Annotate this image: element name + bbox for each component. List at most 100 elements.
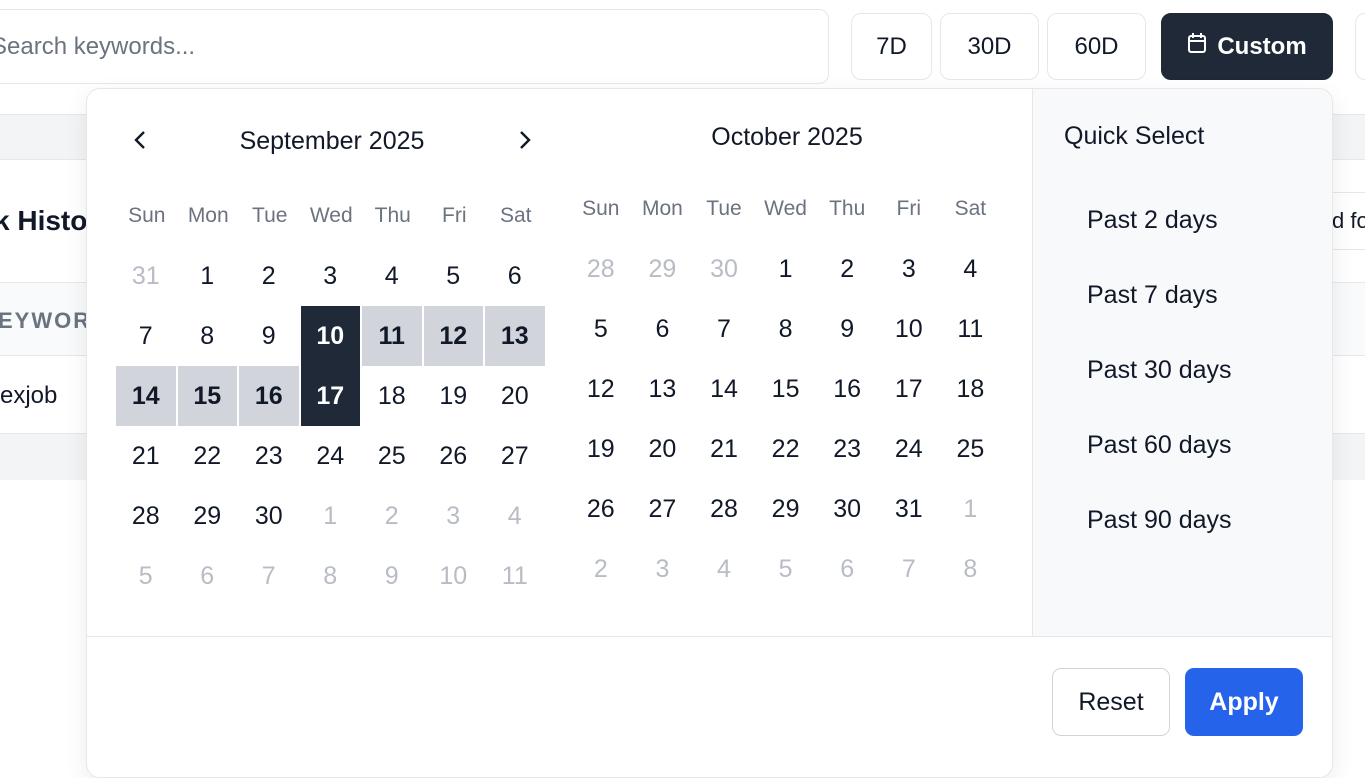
quick-select-past-7-days[interactable]: Past 7 days xyxy=(1087,281,1218,310)
overflow-button[interactable] xyxy=(1355,13,1365,80)
sept-day-cell[interactable]: 2 xyxy=(239,246,301,306)
oct-day-cell[interactable]: 14 xyxy=(693,359,755,419)
oct-day-cell[interactable]: 4 xyxy=(940,239,1002,299)
prev-month-button[interactable] xyxy=(124,126,156,158)
sept-day-cell[interactable]: 8 xyxy=(178,306,240,366)
oct-day-cell[interactable]: 10 xyxy=(878,299,940,359)
oct-day-cell[interactable]: 21 xyxy=(693,419,755,479)
sept-day-cell[interactable]: 4 xyxy=(362,246,424,306)
sept-day-cell[interactable]: 11 xyxy=(362,306,424,366)
sept-day-cell[interactable]: 13 xyxy=(485,306,547,366)
quick-select-past-60-days[interactable]: Past 60 days xyxy=(1087,431,1232,460)
sept-day-cell[interactable]: 12 xyxy=(423,306,485,366)
oct-day-cell[interactable]: 25 xyxy=(940,419,1002,479)
oct-day-cell[interactable]: 30 xyxy=(816,479,878,539)
oct-day-cell[interactable]: 4 xyxy=(693,539,755,599)
sept-day-cell[interactable]: 20 xyxy=(485,366,547,426)
sept-day-cell[interactable]: 15 xyxy=(177,366,239,426)
sept-day-cell[interactable]: 1 xyxy=(178,246,240,306)
oct-day-cell[interactable]: 8 xyxy=(755,299,817,359)
range-30d-button[interactable]: 30D xyxy=(940,13,1039,80)
sept-day-cell[interactable]: 29 xyxy=(178,486,240,546)
sept-day-cell[interactable]: 26 xyxy=(424,426,486,486)
search-box[interactable] xyxy=(0,9,829,84)
sept-day-cell[interactable]: 21 xyxy=(116,426,178,486)
sept-day-cell[interactable]: 3 xyxy=(424,486,486,546)
sept-day-cell[interactable]: 25 xyxy=(362,426,424,486)
oct-day-cell[interactable]: 28 xyxy=(570,239,632,299)
oct-day-cell[interactable]: 9 xyxy=(816,299,878,359)
oct-day-cell[interactable]: 20 xyxy=(632,419,694,479)
oct-day-cell[interactable]: 19 xyxy=(570,419,632,479)
custom-range-button[interactable]: Custom xyxy=(1161,13,1333,80)
oct-day-cell[interactable]: 5 xyxy=(570,299,632,359)
sept-day-cell[interactable]: 16 xyxy=(239,366,301,426)
sept-day-cell[interactable]: 6 xyxy=(485,246,547,306)
sept-day-cell[interactable]: 11 xyxy=(485,546,547,606)
range-7d-button[interactable]: 7D xyxy=(851,13,932,80)
reset-button[interactable]: Reset xyxy=(1052,668,1170,736)
table-row-keyword[interactable]: exjob xyxy=(0,382,57,410)
sept-day-cell[interactable]: 4 xyxy=(485,486,547,546)
oct-day-cell[interactable]: 28 xyxy=(693,479,755,539)
oct-day-cell[interactable]: 22 xyxy=(755,419,817,479)
oct-day-cell[interactable]: 27 xyxy=(632,479,694,539)
sept-day-cell[interactable]: 10 xyxy=(424,546,486,606)
sept-day-cell[interactable]: 30 xyxy=(239,486,301,546)
oct-day-cell[interactable]: 24 xyxy=(878,419,940,479)
sept-day-cell[interactable]: 19 xyxy=(424,366,486,426)
next-month-button[interactable] xyxy=(509,126,541,158)
sept-day-cell[interactable]: 14 xyxy=(116,366,178,426)
sept-day-cell[interactable]: 27 xyxy=(485,426,547,486)
sept-day-cell[interactable]: 10 xyxy=(300,306,362,366)
oct-day-cell[interactable]: 13 xyxy=(632,359,694,419)
sept-day-cell[interactable]: 7 xyxy=(116,306,178,366)
oct-day-cell[interactable]: 8 xyxy=(940,539,1002,599)
oct-day-cell[interactable]: 7 xyxy=(693,299,755,359)
oct-day-cell[interactable]: 5 xyxy=(755,539,817,599)
oct-day-cell[interactable]: 26 xyxy=(570,479,632,539)
sept-day-cell[interactable]: 5 xyxy=(424,246,486,306)
oct-day-cell[interactable]: 18 xyxy=(940,359,1002,419)
oct-day-cell[interactable]: 30 xyxy=(693,239,755,299)
oct-day-cell[interactable]: 3 xyxy=(878,239,940,299)
sept-day-cell[interactable]: 2 xyxy=(362,486,424,546)
oct-day-cell[interactable]: 16 xyxy=(816,359,878,419)
quick-select-past-90-days[interactable]: Past 90 days xyxy=(1087,506,1232,535)
oct-day-cell[interactable]: 1 xyxy=(940,479,1002,539)
sept-day-cell[interactable]: 9 xyxy=(239,306,301,366)
oct-day-cell[interactable]: 6 xyxy=(632,299,694,359)
sept-day-cell[interactable]: 18 xyxy=(362,366,424,426)
sept-day-cell[interactable]: 23 xyxy=(239,426,301,486)
oct-day-cell[interactable]: 17 xyxy=(878,359,940,419)
oct-day-cell[interactable]: 29 xyxy=(755,479,817,539)
oct-day-cell[interactable]: 29 xyxy=(632,239,694,299)
oct-day-cell[interactable]: 15 xyxy=(755,359,817,419)
sept-day-cell[interactable]: 28 xyxy=(116,486,178,546)
sept-day-cell[interactable]: 3 xyxy=(301,246,363,306)
quick-select-past-2-days[interactable]: Past 2 days xyxy=(1087,206,1218,235)
sept-day-cell[interactable]: 5 xyxy=(116,546,178,606)
sept-day-cell[interactable]: 1 xyxy=(301,486,363,546)
oct-day-cell[interactable]: 11 xyxy=(940,299,1002,359)
oct-day-cell[interactable]: 12 xyxy=(570,359,632,419)
sept-day-cell[interactable]: 31 xyxy=(116,246,178,306)
oct-day-cell[interactable]: 31 xyxy=(878,479,940,539)
sept-day-cell[interactable]: 17 xyxy=(300,366,362,426)
sept-day-cell[interactable]: 24 xyxy=(301,426,363,486)
oct-day-cell[interactable]: 23 xyxy=(816,419,878,479)
apply-button[interactable]: Apply xyxy=(1185,668,1303,736)
search-input[interactable] xyxy=(0,10,828,83)
oct-day-cell[interactable]: 2 xyxy=(816,239,878,299)
sept-day-cell[interactable]: 9 xyxy=(362,546,424,606)
sept-day-cell[interactable]: 6 xyxy=(178,546,240,606)
oct-day-cell[interactable]: 2 xyxy=(570,539,632,599)
sept-day-cell[interactable]: 7 xyxy=(239,546,301,606)
oct-day-cell[interactable]: 3 xyxy=(632,539,694,599)
oct-day-cell[interactable]: 7 xyxy=(878,539,940,599)
range-60d-button[interactable]: 60D xyxy=(1047,13,1146,80)
sept-day-cell[interactable]: 22 xyxy=(178,426,240,486)
quick-select-past-30-days[interactable]: Past 30 days xyxy=(1087,356,1232,385)
sept-day-cell[interactable]: 8 xyxy=(301,546,363,606)
oct-day-cell[interactable]: 1 xyxy=(755,239,817,299)
